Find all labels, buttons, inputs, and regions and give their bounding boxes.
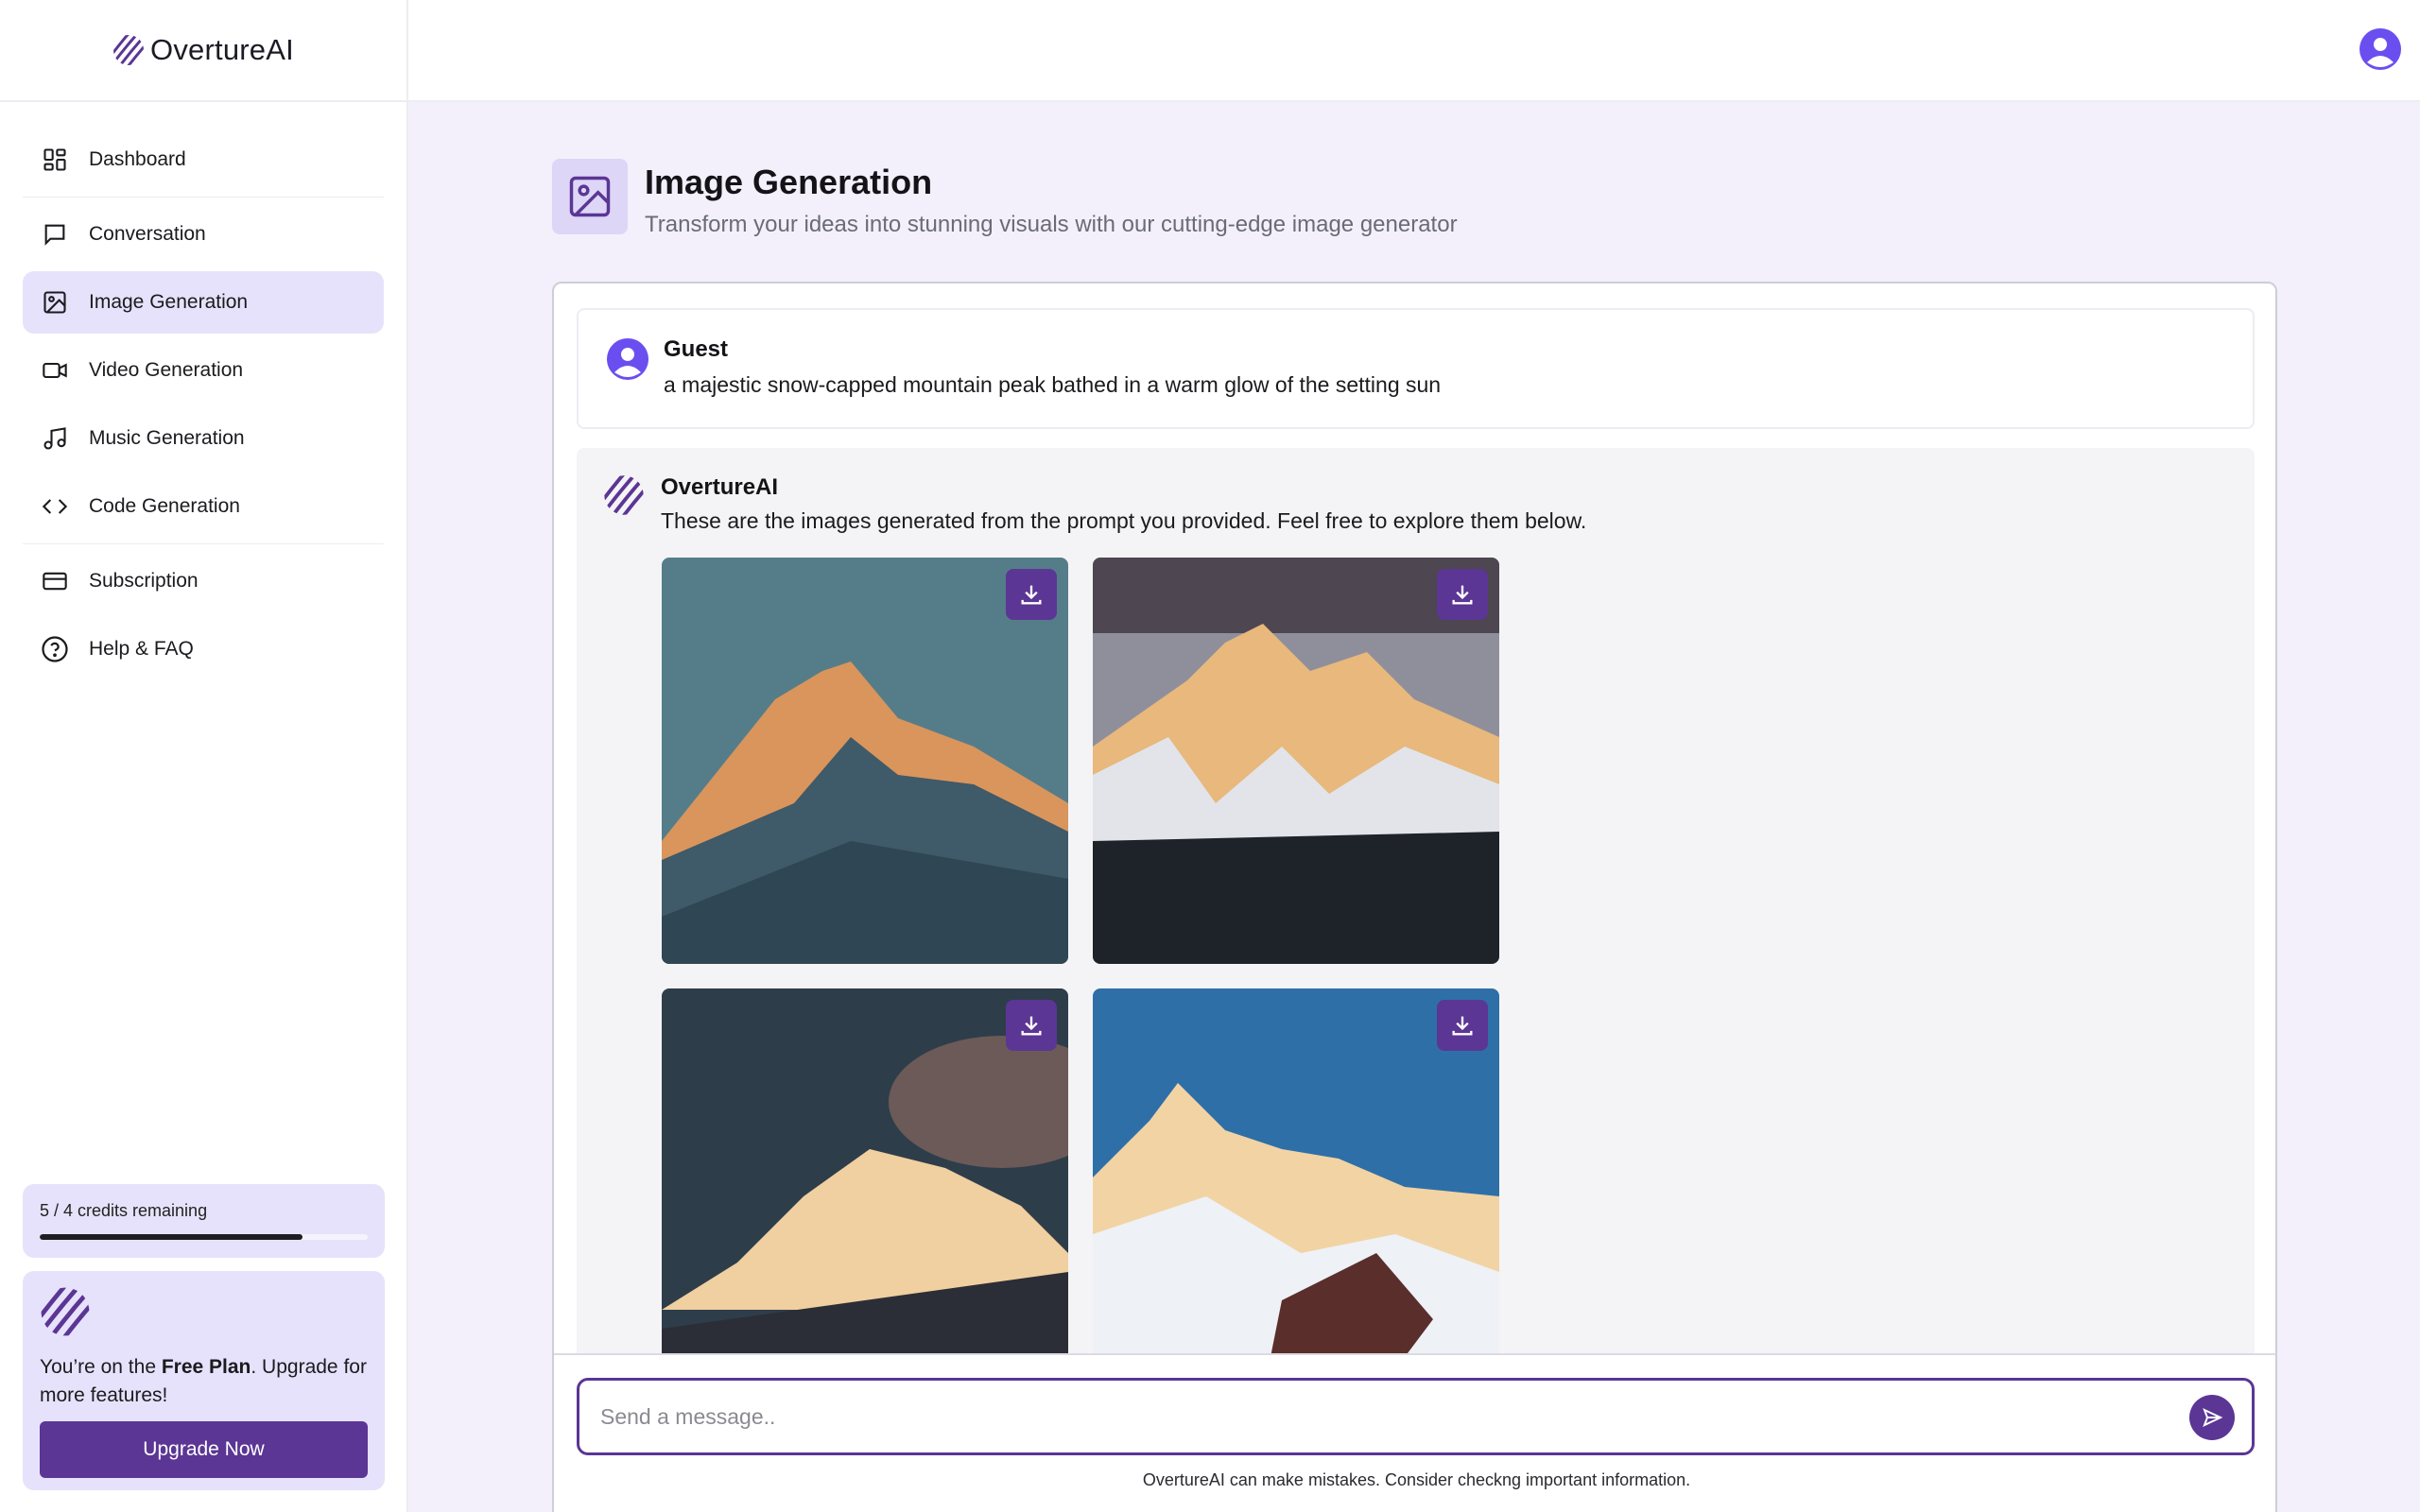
brand[interactable]: OvertureAI bbox=[0, 0, 406, 102]
sidebar-nav: Dashboard Conversation Image Generation bbox=[0, 102, 406, 680]
send-button[interactable] bbox=[2189, 1395, 2235, 1440]
composer: OvertureAI can make mistakes. Consider c… bbox=[554, 1353, 2275, 1512]
download-button[interactable] bbox=[1437, 1000, 1488, 1051]
sidebar-item-code-generation[interactable]: Code Generation bbox=[23, 475, 384, 538]
divider bbox=[23, 543, 384, 544]
divider bbox=[23, 197, 384, 198]
sidebar-item-conversation[interactable]: Conversation bbox=[23, 203, 384, 266]
bot-message: OvertureAI These are the images generate… bbox=[577, 448, 2255, 1395]
plan-name: Free Plan bbox=[161, 1356, 251, 1378]
page-header: Image Generation Transform your ideas in… bbox=[552, 159, 1458, 238]
download-button[interactable] bbox=[1437, 569, 1488, 620]
plan-text-prefix: You’re on the bbox=[40, 1356, 162, 1378]
top-bar bbox=[408, 0, 2420, 102]
credits-text: 5 / 4 credits remaining bbox=[40, 1201, 208, 1220]
credits-panel: 5 / 4 credits remaining bbox=[23, 1184, 385, 1258]
message-input[interactable] bbox=[600, 1381, 2169, 1452]
sidebar-item-label: Video Generation bbox=[89, 359, 244, 381]
download-icon bbox=[1452, 585, 1473, 605]
sidebar-item-subscription[interactable]: Subscription bbox=[23, 550, 384, 612]
sidebar-item-help[interactable]: Help & FAQ bbox=[23, 618, 384, 680]
page-title: Image Generation bbox=[645, 163, 933, 201]
image-icon bbox=[40, 287, 70, 318]
disclaimer: OvertureAI can make mistakes. Consider c… bbox=[1142, 1470, 1691, 1489]
sidebar: OvertureAI Dashboard Conversation Image … bbox=[0, 0, 408, 1512]
sidebar-item-label: Dashboard bbox=[89, 148, 186, 170]
sidebar-item-label: Help & FAQ bbox=[89, 638, 194, 660]
download-icon bbox=[1021, 585, 1042, 605]
credits-progress-bar bbox=[40, 1234, 368, 1240]
user-message: Guest a majestic snow-capped mountain pe… bbox=[577, 308, 2255, 429]
message-text: a majestic snow-capped mountain peak bat… bbox=[664, 372, 1442, 397]
message-text: These are the images generated from the … bbox=[661, 508, 1587, 533]
send-icon bbox=[2203, 1408, 2223, 1427]
user-avatar-icon[interactable] bbox=[2360, 28, 2401, 70]
help-icon bbox=[40, 634, 70, 664]
overture-logo-icon bbox=[113, 35, 145, 65]
credits-progress-fill bbox=[40, 1234, 302, 1240]
plan-panel: You’re on the Free Plan. Upgrade for mor… bbox=[23, 1271, 385, 1490]
sidebar-item-dashboard[interactable]: Dashboard bbox=[23, 129, 384, 191]
image-icon bbox=[552, 159, 628, 234]
download-icon bbox=[1452, 1016, 1473, 1036]
chat-icon bbox=[40, 219, 70, 249]
sidebar-item-label: Subscription bbox=[89, 570, 199, 592]
sidebar-item-label: Music Generation bbox=[89, 427, 245, 449]
card-icon bbox=[40, 566, 70, 596]
sidebar-item-music-generation[interactable]: Music Generation bbox=[23, 407, 384, 470]
download-button[interactable] bbox=[1006, 1000, 1057, 1051]
download-icon bbox=[1021, 1016, 1042, 1036]
sidebar-item-label: Code Generation bbox=[89, 495, 240, 517]
music-icon bbox=[40, 423, 70, 454]
page-subtitle: Transform your ideas into stunning visua… bbox=[645, 212, 1458, 237]
sidebar-item-label: Image Generation bbox=[89, 291, 249, 313]
user-avatar-icon bbox=[607, 338, 648, 380]
overture-logo-icon bbox=[41, 1287, 90, 1336]
message-author: Guest bbox=[664, 336, 729, 362]
generated-image[interactable] bbox=[1093, 988, 1499, 1395]
sidebar-item-image-generation[interactable]: Image Generation bbox=[23, 271, 384, 334]
generated-image[interactable] bbox=[662, 558, 1068, 964]
sidebar-item-video-generation[interactable]: Video Generation bbox=[23, 339, 384, 402]
message-author: OvertureAI bbox=[661, 474, 779, 500]
video-icon bbox=[40, 355, 70, 386]
download-button[interactable] bbox=[1006, 569, 1057, 620]
generated-image[interactable] bbox=[662, 988, 1068, 1395]
sidebar-item-label: Conversation bbox=[89, 223, 206, 245]
plan-text: You’re on the Free Plan. Upgrade for mor… bbox=[40, 1353, 368, 1410]
code-icon bbox=[40, 491, 70, 522]
message-input-wrapper bbox=[577, 1378, 2255, 1455]
overture-logo-icon bbox=[604, 475, 644, 515]
chat-panel: Guest a majestic snow-capped mountain pe… bbox=[552, 282, 2277, 1512]
upgrade-button[interactable]: Upgrade Now bbox=[40, 1421, 368, 1478]
brand-name: OvertureAI bbox=[150, 33, 294, 66]
dashboard-icon bbox=[40, 145, 70, 175]
generated-image[interactable] bbox=[1093, 558, 1499, 964]
